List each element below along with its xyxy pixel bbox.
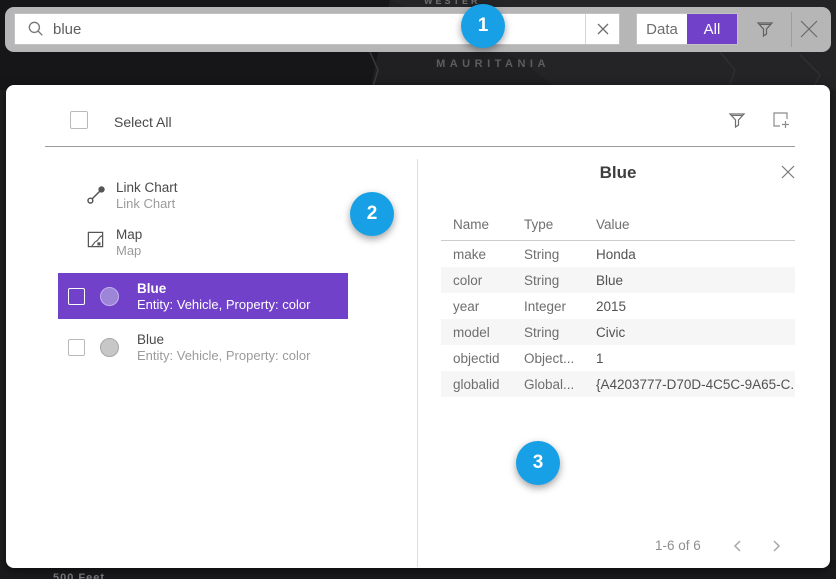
close-icon [780,164,796,180]
mode-data-button[interactable]: Data [637,14,687,44]
map-scale-label: 500 Feet [53,572,105,579]
result-title: Blue [137,332,310,347]
result-item-blue-selected[interactable]: Blue Entity: Vehicle, Property: color [58,273,348,319]
close-icon [798,18,820,40]
annotation-marker-1: 1 [461,4,505,48]
attribute-table-header: Name Type Value [441,217,795,232]
column-type: Type [524,217,596,232]
mode-all-button[interactable]: All [687,14,737,44]
filter-icon [755,19,775,39]
table-row: globalid Global... {A4203777-D70D-4C5C-9… [441,371,795,397]
cell-value: {A4203777-D70D-4C5C-9A65-C... [596,377,795,392]
cell-name: year [453,299,524,314]
toolbar-divider [791,12,792,47]
table-row: color String Blue [441,267,795,293]
entity-circle-icon [100,338,119,357]
cell-name: model [453,325,524,340]
search-toolbar: Data All [5,7,831,52]
search-input[interactable] [53,14,585,44]
result-subtitle: Link Chart [116,196,178,211]
link-chart-icon [86,184,107,210]
next-page-button[interactable] [765,534,789,558]
select-all-label: Select All [114,114,172,130]
result-item-blue[interactable]: Blue Entity: Vehicle, Property: color [58,324,348,370]
result-title: Blue [137,281,310,296]
cell-type: Integer [524,299,596,314]
cell-type: String [524,273,596,288]
cell-type: String [524,247,596,262]
search-icon [15,14,53,44]
cell-value: Civic [596,325,795,340]
panel-split-divider [417,159,418,567]
attribute-table: make String Honda color String Blue year… [441,241,795,397]
annotation-marker-2: 2 [350,192,394,236]
map-icon [86,230,105,254]
clear-search-button[interactable] [585,14,619,44]
search-box [14,13,620,45]
toolbar-close-button[interactable] [796,16,822,42]
map-label-western-sahara: WESTER [424,0,481,6]
column-name: Name [453,217,524,232]
cell-value: 2015 [596,299,795,314]
table-row: make String Honda [441,241,795,267]
search-mode-toggle: Data All [636,13,738,45]
previous-page-button[interactable] [725,534,749,558]
result-subtitle: Map [116,243,142,258]
result-item-link-chart[interactable]: Link Chart Link Chart [86,180,386,218]
table-row: objectid Object... 1 [441,345,795,371]
cell-name: globalid [453,377,524,392]
annotation-marker-3: 3 [516,441,560,485]
result-item-map[interactable]: Map Map [86,227,386,265]
result-subtitle: Entity: Vehicle, Property: color [137,297,310,312]
detail-title: Blue [441,163,795,183]
table-row: year Integer 2015 [441,293,795,319]
result-subtitle: Entity: Vehicle, Property: color [137,348,310,363]
detail-panel: Blue Name Type Value make String Honda [441,85,795,568]
result-checkbox[interactable] [68,288,85,305]
cell-value: Honda [596,247,795,262]
chevron-left-icon [731,539,743,553]
entity-circle-icon [100,287,119,306]
detail-close-button[interactable] [779,163,797,181]
table-row: model String Civic [441,319,795,345]
cell-name: objectid [453,351,524,366]
toolbar-filter-button[interactable] [752,16,778,42]
result-checkbox[interactable] [68,339,85,356]
pagination-label: 1-6 of 6 [655,538,701,553]
search-results-panel: Select All Li [6,85,830,568]
chevron-right-icon [771,539,783,553]
cell-type: String [524,325,596,340]
cell-type: Object... [524,351,596,366]
column-value: Value [596,217,795,232]
result-title: Map [116,227,142,242]
map-label-mauritania: MAURITANIA [428,58,558,70]
cell-name: make [453,247,524,262]
cell-value: 1 [596,351,795,366]
result-title: Link Chart [116,180,178,195]
cell-type: Global... [524,377,596,392]
cell-name: color [453,273,524,288]
select-all-checkbox[interactable] [70,111,88,129]
cell-value: Blue [596,273,795,288]
app-window: WESTER MAURITANIA 500 Feet Data All [0,0,836,579]
